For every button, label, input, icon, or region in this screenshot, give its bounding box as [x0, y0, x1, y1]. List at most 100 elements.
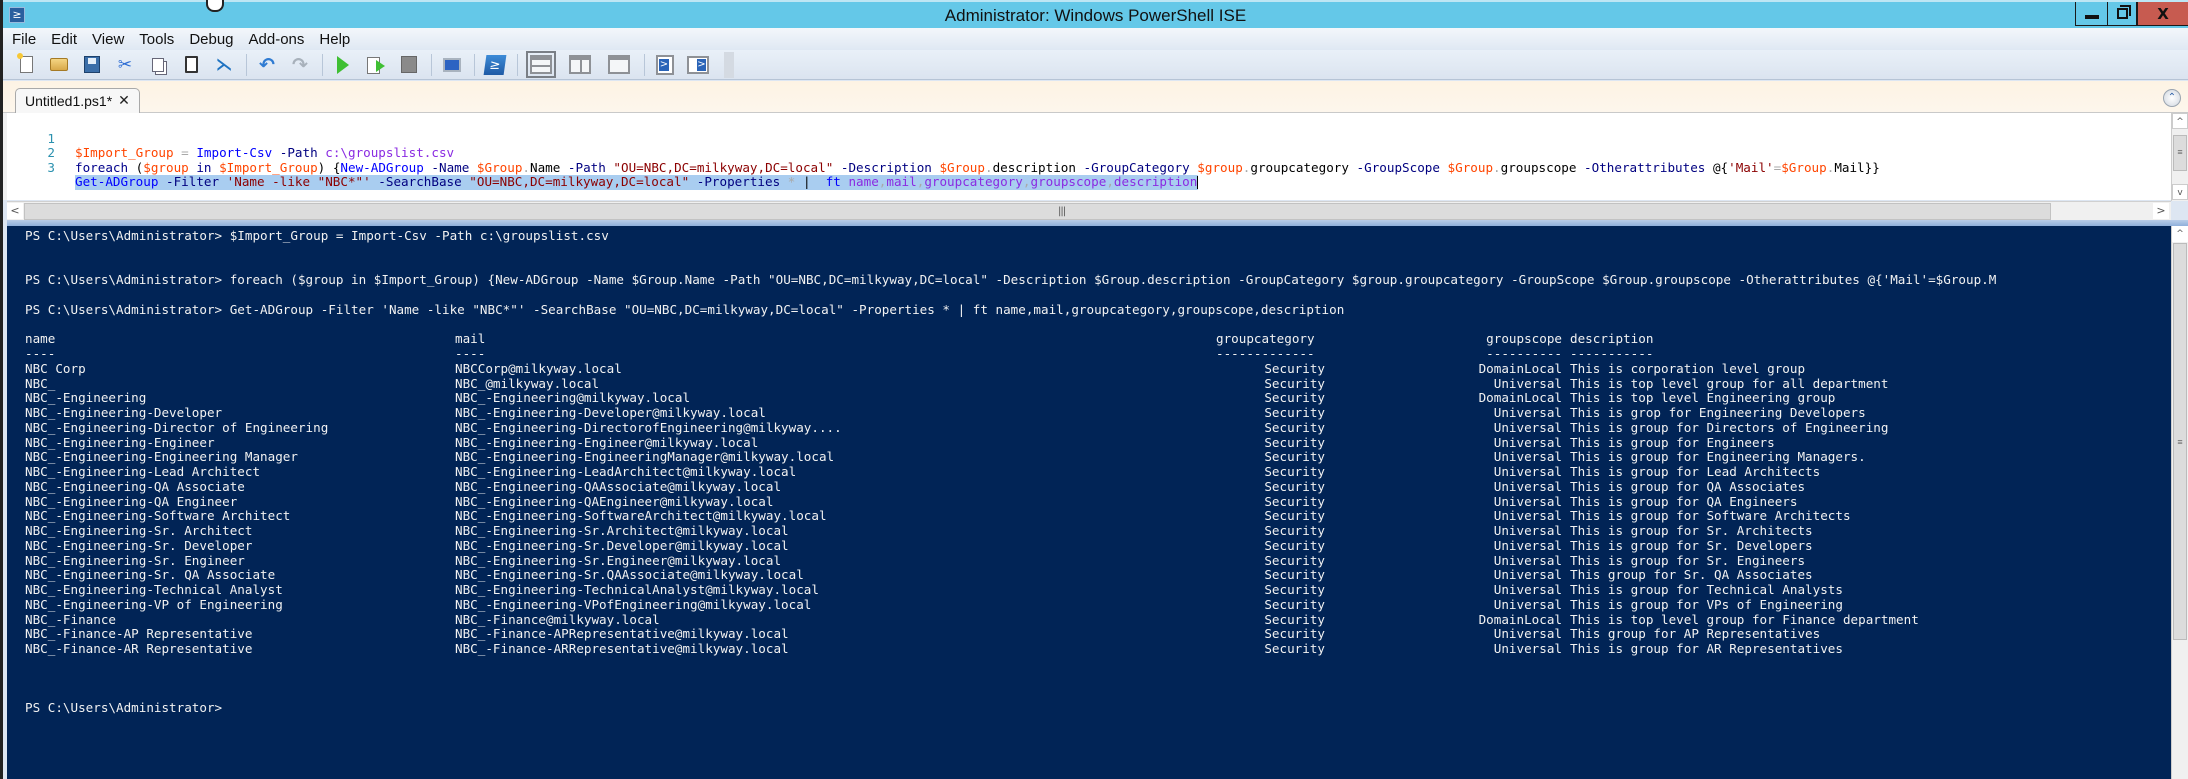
- code-line-selected: 3 Get-ADGroup -Filter 'Name -like "NBC*"…: [7, 146, 1199, 190]
- cell-mail: NBC_-Engineering-Sr.Engineer@milkyway.lo…: [455, 552, 782, 568]
- scroll-right-icon[interactable]: >: [2153, 203, 2169, 219]
- code-token: -GroupCategory: [1075, 159, 1198, 175]
- cell-groupcategory: Security: [1264, 493, 1325, 509]
- scroll-down-icon[interactable]: v: [2172, 184, 2188, 200]
- new-remote-tab-button[interactable]: [441, 54, 463, 76]
- menu-edit[interactable]: Edit: [51, 31, 77, 48]
- redo-button[interactable]: ↷: [289, 54, 311, 76]
- cell-description: This group for AP Representatives: [1570, 626, 1821, 642]
- menu-view[interactable]: View: [92, 31, 124, 48]
- code-token: ) {: [317, 159, 341, 175]
- menu-debug[interactable]: Debug: [189, 31, 233, 48]
- cell-groupcategory: Security: [1264, 641, 1325, 656]
- cell-name: NBC_-Engineering-Software Architect: [25, 508, 291, 524]
- redo-icon: ↷: [292, 53, 308, 76]
- cell-groupscope: Universal: [1493, 582, 1562, 597]
- cell-description: This is corporation level group: [1570, 360, 1806, 376]
- cell-description: This group for Sr. QA Associates: [1570, 567, 1813, 583]
- scroll-up-icon[interactable]: ^: [2172, 113, 2188, 129]
- scroll-up-icon[interactable]: ^: [2172, 226, 2188, 242]
- table-row: NBC_-Engineering-Technical Analyst NBC_-E…: [25, 582, 1996, 598]
- cell-mail: NBC_-Engineering-QAAssociate@milkyway.lo…: [455, 478, 782, 494]
- table-row: NBC_-Engineering-VP of Engineering NBC_-E…: [25, 596, 1996, 613]
- table-row: NBC_-Engineering NBC_-Engineering@milkywa…: [25, 390, 1996, 406]
- code-token: name: [840, 174, 879, 190]
- show-script-pane-maximized-button[interactable]: [605, 54, 633, 76]
- script-horizontal-scrollbar[interactable]: < ||| >: [7, 201, 2171, 220]
- console-prompt: PS C:\Users\Administrator>: [25, 700, 223, 715]
- script-pane-icon: [656, 54, 674, 75]
- cell-groupcategory: Security: [1264, 611, 1325, 627]
- run-script-button[interactable]: [332, 54, 354, 76]
- show-command-pane-button[interactable]: [687, 54, 709, 76]
- table-row: NBC_-Engineering-QA Associate NBC_-Engine…: [25, 478, 1996, 495]
- tab-untitled1[interactable]: Untitled1.ps1* ✕: [15, 88, 140, 113]
- copy-button[interactable]: [147, 54, 169, 76]
- close-button[interactable]: X: [2137, 2, 2188, 26]
- toolbar-separator: [517, 53, 518, 76]
- cell-description: This is group for QA Engineers: [1570, 493, 1798, 509]
- show-script-pane-button[interactable]: [654, 54, 676, 76]
- menu-add-ons[interactable]: Add-ons: [249, 31, 305, 48]
- code-token: .: [984, 159, 993, 175]
- script-vertical-scrollbar[interactable]: ^ ≡ v: [2171, 113, 2188, 201]
- paste-button[interactable]: [180, 54, 202, 76]
- scroll-left-icon[interactable]: <: [7, 203, 23, 219]
- table-row: NBC_-Engineering-Sr. Architect NBC_-Engin…: [25, 523, 1996, 539]
- menu-file[interactable]: File: [12, 31, 36, 48]
- stop-button[interactable]: [398, 54, 420, 76]
- console-vertical-scrollbar[interactable]: ^ ≡: [2171, 226, 2188, 779]
- run-selection-button[interactable]: [365, 54, 387, 76]
- undo-button[interactable]: ↶: [256, 54, 278, 76]
- show-script-pane-right-button[interactable]: [566, 54, 594, 76]
- restore-button[interactable]: [2107, 2, 2137, 26]
- code-token: }}: [1864, 159, 1880, 175]
- cell-groupcategory: Security: [1264, 434, 1325, 450]
- scrollbar-thumb[interactable]: |||: [24, 203, 2051, 220]
- open-script-button[interactable]: [48, 54, 70, 76]
- cell-description: This is group for Engineers: [1570, 434, 1775, 450]
- cell-groupscope: Universal: [1493, 523, 1562, 538]
- cell-groupscope: Universal: [1493, 478, 1562, 494]
- save-script-button[interactable]: [81, 54, 103, 76]
- cut-button[interactable]: ✂: [114, 54, 136, 76]
- show-script-pane-top-button[interactable]: [526, 51, 556, 78]
- menu-bar: File Edit View Tools Debug Add-ons Help: [3, 28, 2188, 50]
- script-editor[interactable]: 1 $Import_Group = Import-Csv -Path c:\gr…: [3, 113, 2188, 200]
- cell-groupscope: Universal: [1493, 626, 1562, 642]
- cell-description: This is grop for Engineering Developers: [1570, 405, 1866, 420]
- close-tab-icon[interactable]: ✕: [118, 93, 130, 109]
- console-pane[interactable]: PS C:\Users\Administrator> $Import_Group…: [7, 226, 2171, 779]
- code-token: Mail: [1834, 159, 1865, 175]
- menu-help[interactable]: Help: [319, 31, 350, 48]
- cell-mail: NBC_-Engineering-QAEngineer@milkyway.loc…: [455, 493, 774, 509]
- code-token: groupscope: [1030, 174, 1107, 190]
- menu-tools[interactable]: Tools: [139, 31, 174, 48]
- cell-description: This is top level group for Finance depa…: [1570, 611, 1919, 627]
- scrollbar-thumb[interactable]: ≡: [2173, 135, 2187, 171]
- start-powershell-button[interactable]: ≥: [483, 54, 507, 76]
- column-header: description: [1570, 331, 1654, 347]
- toolbar-overflow-grip[interactable]: [724, 51, 734, 78]
- code-token: @{: [1712, 159, 1729, 175]
- console-command: PS C:\Users\Administrator> $Import_Group…: [25, 228, 609, 243]
- toolbar-separator: [474, 53, 475, 76]
- cell-groupcategory: Security: [1264, 552, 1325, 568]
- code-token: .: [522, 159, 530, 175]
- header-underline: -------------: [1216, 346, 1315, 361]
- new-script-button[interactable]: [15, 53, 37, 76]
- clear-console-button[interactable]: ⋋: [213, 54, 235, 76]
- scrollbar-thumb[interactable]: ≡: [2173, 243, 2187, 640]
- cell-name: NBC_-Engineering-Engineer: [25, 434, 215, 450]
- cell-name: NBC_-Engineering-Lead Architect: [25, 464, 261, 479]
- cell-groupscope: Universal: [1493, 493, 1562, 509]
- collapse-script-pane-button[interactable]: ⌃: [2163, 89, 2181, 107]
- minimize-button[interactable]: [2075, 2, 2108, 26]
- cell-groupscope: DomainLocal: [1478, 611, 1562, 627]
- code-area[interactable]: 1 $Import_Group = Import-Csv -Path c:\gr…: [7, 113, 1880, 190]
- cell-name: NBC_-Engineering-VP of Engineering: [25, 596, 283, 612]
